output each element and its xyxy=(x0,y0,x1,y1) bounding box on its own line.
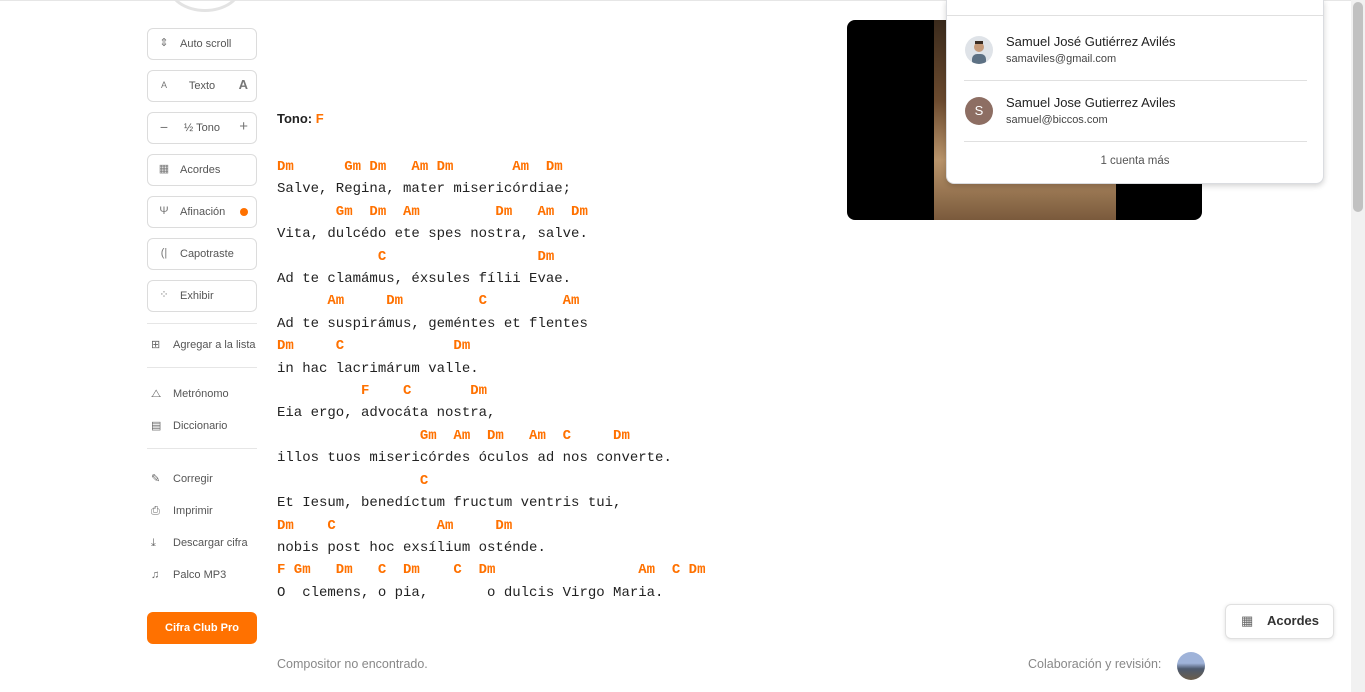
edit-icon: ✎ xyxy=(151,473,161,485)
add-to-list-link[interactable]: ⊞ Agregar a la lista xyxy=(151,335,259,355)
lyric-line: Eia ergo, advocáta nostra, xyxy=(277,405,496,422)
printer-icon: ⎙ xyxy=(151,505,160,517)
chord-line[interactable]: Dm C Am Dm xyxy=(277,518,512,534)
add-list-icon: ⊞ xyxy=(151,339,161,351)
scroll-arrows-icon: ⇕ xyxy=(159,37,169,49)
chord-line[interactable]: Gm Am Dm Am C Dm xyxy=(277,428,630,444)
chord-line[interactable]: Dm C Dm xyxy=(277,338,470,354)
lyric-line: Ad te suspirámus, geméntes et flentes xyxy=(277,315,588,332)
avatar: S xyxy=(965,97,993,125)
text-larger-icon[interactable]: A xyxy=(239,78,248,92)
lyric-line: Et Iesum, benedíctum fructum ventris tui… xyxy=(277,495,622,512)
chords-button[interactable]: ▦ Acordes xyxy=(147,154,257,186)
notification-dot xyxy=(240,208,248,216)
collaborator-avatar[interactable] xyxy=(1177,652,1205,680)
display-button[interactable]: ⁘ Exhibir xyxy=(147,280,257,312)
scrollbar-thumb[interactable] xyxy=(1353,2,1363,212)
tuning-fork-icon: Ψ xyxy=(159,205,169,217)
chord-line[interactable]: Am Dm C Am xyxy=(277,293,579,309)
account-chooser: Samuel José Gutiérrez Avilés samaviles@g… xyxy=(946,0,1324,184)
download-icon: ⤓ xyxy=(151,537,156,549)
divider xyxy=(964,141,1307,142)
more-accounts-link[interactable]: 1 cuenta más xyxy=(947,155,1323,167)
chord-line[interactable]: C Dm xyxy=(277,249,554,265)
composer-note: Compositor no encontrado. xyxy=(277,657,428,671)
divider xyxy=(147,323,257,324)
chord-line[interactable]: C xyxy=(277,473,428,489)
chord-line[interactable]: F C Dm xyxy=(277,383,487,399)
song-key: Tono: F xyxy=(277,111,324,126)
auto-scroll-button[interactable]: ⇕ Auto scroll xyxy=(147,28,257,60)
divider xyxy=(947,15,1323,16)
divider xyxy=(964,80,1307,81)
dictionary-link[interactable]: ▤ Diccionario xyxy=(151,416,259,436)
collaboration-label: Colaboración y revisión: xyxy=(1028,657,1162,671)
headphones-icon: ♫ xyxy=(151,569,160,581)
plus-icon[interactable]: + xyxy=(239,119,248,134)
dictionary-icon: ▤ xyxy=(151,420,162,432)
lyric-line: O clemens, o pia, o dulcis Virgo Maria. xyxy=(277,584,664,601)
chord-grid-icon: ▦ xyxy=(158,163,170,175)
print-link[interactable]: ⎙ Imprimir xyxy=(151,501,259,521)
lyric-line: in hac lacrimárum valle. xyxy=(277,360,479,377)
chord-line[interactable]: Dm Gm Dm Am Dm Am Dm xyxy=(277,159,563,175)
grid-dots-icon: ⁘ xyxy=(159,289,169,301)
text-size-control[interactable]: A Texto A xyxy=(147,70,257,102)
avatar xyxy=(965,36,993,64)
metronome-icon: ⧍ xyxy=(151,388,162,400)
chords-floating-button[interactable]: ▦ Acordes xyxy=(1225,604,1334,639)
chord-grid-icon: ▦ xyxy=(1241,613,1254,628)
lyric-line: Ad te clamámus, éxsules fílii Evae. xyxy=(277,271,572,288)
capo-icon: (| xyxy=(160,247,168,259)
lyric-line: Vita, dulcédo ete spes nostra, salve. xyxy=(277,226,588,243)
capo-button[interactable]: (| Capotraste xyxy=(147,238,257,270)
metronome-link[interactable]: ⧍ Metrónomo xyxy=(151,384,259,404)
tuning-button[interactable]: Ψ Afinación xyxy=(147,196,257,228)
song-sheet: Dm Gm Dm Am Dm Am Dm Salve, Regina, mate… xyxy=(277,156,705,604)
profile-avatar-partial[interactable] xyxy=(168,0,242,12)
correct-link[interactable]: ✎ Corregir xyxy=(151,469,259,489)
download-link[interactable]: ⤓ Descargar cifra xyxy=(151,533,259,553)
cifra-club-pro-button[interactable]: Cifra Club Pro xyxy=(147,612,257,644)
divider xyxy=(147,448,257,449)
account-item[interactable]: Samuel José Gutiérrez Avilés samaviles@g… xyxy=(965,30,1307,90)
lyric-line: nobis post hoc exsílium osténde. xyxy=(277,539,546,556)
divider xyxy=(147,367,257,368)
half-tone-control[interactable]: − ½ Tono + xyxy=(147,112,257,144)
account-item[interactable]: S Samuel Jose Gutierrez Aviles samuel@bi… xyxy=(965,91,1307,151)
lyric-line: illos tuos misericórdes óculos ad nos co… xyxy=(277,450,672,467)
key-value[interactable]: F xyxy=(316,111,324,126)
lyric-line: Salve, Regina, mater misericórdiae; xyxy=(277,181,572,198)
palco-mp3-link[interactable]: ♫ Palco MP3 xyxy=(151,565,259,585)
chord-line[interactable]: Gm Dm Am Dm Am Dm xyxy=(277,204,588,220)
chord-line[interactable]: F Gm Dm C Dm C Dm Am C Dm xyxy=(277,562,705,578)
